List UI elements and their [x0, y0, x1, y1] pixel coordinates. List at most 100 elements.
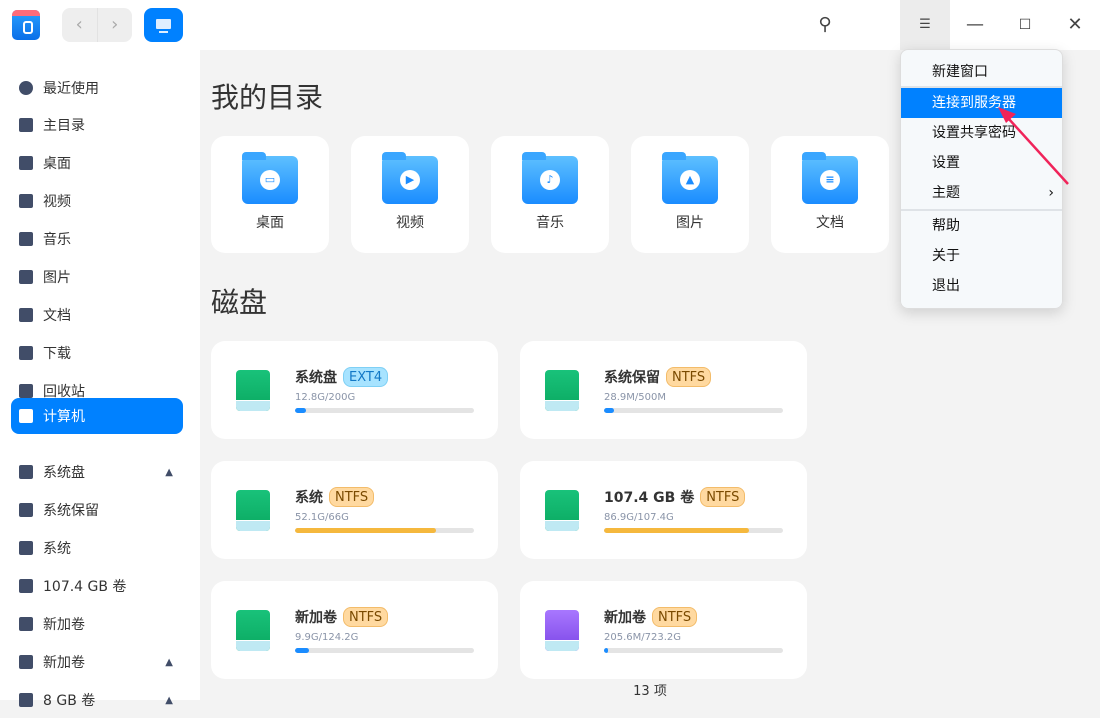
disk-icon: [19, 541, 33, 555]
sidebar-item[interactable]: 107.4 GB 卷: [11, 568, 183, 604]
trash-icon: [19, 384, 33, 398]
disk-name: 系统: [295, 490, 323, 506]
computer-view-button[interactable]: [144, 8, 183, 42]
sidebar-item-label: 系统盘: [43, 465, 85, 481]
sidebar-item[interactable]: 音乐: [11, 221, 183, 257]
sidebar-item-label: 系统保留: [43, 503, 99, 519]
sidebar-item[interactable]: 下载: [11, 335, 183, 371]
video-icon: [19, 194, 33, 208]
sidebar-item-label: 新加卷: [43, 655, 85, 671]
eject-icon[interactable]: ▲: [165, 695, 173, 706]
disk-name: 系统盘: [295, 370, 337, 386]
disk-usage-text: 205.6M/723.2G: [604, 632, 682, 643]
menu-separator: [901, 209, 1062, 211]
disk-usage-fill: [604, 408, 615, 413]
filesystem-badge: NTFS: [700, 487, 746, 507]
sidebar-item[interactable]: 最近使用: [11, 70, 183, 106]
main-menu-button[interactable]: ☰: [900, 0, 950, 50]
hard-disk-icon: [545, 490, 579, 531]
sidebar-item[interactable]: 文档: [11, 297, 183, 333]
disk-icon: [19, 617, 33, 631]
disk-card[interactable]: 系统 NTFS 52.1G/66G: [211, 461, 498, 559]
sidebar-item[interactable]: 8 GB 卷 ▲: [11, 682, 183, 718]
hard-disk-icon: [236, 370, 270, 411]
menu-item[interactable]: 连接到服务器: [901, 88, 1062, 118]
folder-label: 音乐: [536, 215, 564, 231]
maximize-button[interactable]: ☐: [1000, 0, 1050, 50]
filesystem-badge: NTFS: [666, 367, 712, 387]
menu-item[interactable]: 新建窗口: [901, 57, 1062, 87]
disk-card[interactable]: 新加卷 NTFS 205.6M/723.2G: [520, 581, 807, 679]
menu-item[interactable]: 主题 ›: [901, 178, 1062, 208]
folder-label: 视频: [396, 215, 424, 231]
close-button[interactable]: ✕: [1050, 0, 1100, 50]
submenu-chevron-icon: ›: [1048, 185, 1054, 201]
sidebar-item[interactable]: 系统保留: [11, 492, 183, 528]
menu-separator: [901, 86, 1062, 88]
disk-usage-bar: [295, 648, 474, 653]
menu-item[interactable]: 帮助: [901, 211, 1062, 241]
sidebar-item-label: 图片: [43, 270, 71, 286]
disk-card[interactable]: 系统盘 EXT4 12.8G/200G: [211, 341, 498, 439]
sidebar-item[interactable]: 图片: [11, 259, 183, 295]
menu-item[interactable]: 退出: [901, 271, 1062, 301]
usb-drive-icon: [545, 610, 579, 651]
disk-usage-bar: [604, 408, 783, 413]
menu-item[interactable]: 设置共享密码: [901, 118, 1062, 148]
disk-name: 系统保留: [604, 370, 660, 386]
disk-icon: [19, 503, 33, 517]
disk-card[interactable]: 系统保留 NTFS 28.9M/500M: [520, 341, 807, 439]
folder-card[interactable]: ≡ 文档: [771, 136, 889, 253]
title-bar: ‹ › ⚲ ☰ — ☐ ✕: [0, 0, 1100, 50]
menu-item[interactable]: 关于: [901, 241, 1062, 271]
folder-glyph: ≡: [820, 170, 840, 190]
folder-icon: ▶: [382, 152, 438, 204]
sidebar: 最近使用 主目录 桌面 视频 音乐 图片 文档 下载 回收站 计算机 系统盘 ▲ 系统保留 系统 107.4…: [0, 50, 200, 709]
disk-card[interactable]: 107.4 GB 卷 NTFS 86.9G/107.4G: [520, 461, 807, 559]
folder-icon: ♪: [522, 152, 578, 204]
disk-usage-text: 9.9G/124.2G: [295, 632, 359, 643]
minimize-button[interactable]: —: [950, 0, 1000, 50]
disk-icon: [19, 579, 33, 593]
sidebar-item[interactable]: 新加卷 ▲: [11, 644, 183, 680]
menu-item-label: 设置共享密码: [932, 125, 1016, 141]
folder-label: 文档: [816, 215, 844, 231]
menu-item-label: 帮助: [932, 218, 960, 234]
folder-label: 图片: [676, 215, 704, 231]
sidebar-item[interactable]: 视频: [11, 183, 183, 219]
sidebar-item-label: 8 GB 卷: [43, 693, 96, 709]
sidebar-item[interactable]: 桌面: [11, 145, 183, 181]
back-button[interactable]: ‹: [62, 8, 97, 42]
sidebar-item[interactable]: 系统盘 ▲: [11, 454, 183, 490]
sidebar-item[interactable]: 计算机: [11, 398, 183, 434]
folder-label: 桌面: [256, 215, 284, 231]
usb-icon: [19, 693, 33, 707]
folder-card[interactable]: ▲ 图片: [631, 136, 749, 253]
sidebar-item[interactable]: 系统: [11, 530, 183, 566]
eject-icon[interactable]: ▲: [165, 657, 173, 668]
folder-card[interactable]: ▭ 桌面: [211, 136, 329, 253]
my-directories-heading: 我的目录: [211, 81, 324, 114]
folder-card[interactable]: ♪ 音乐: [491, 136, 609, 253]
menu-item[interactable]: 设置: [901, 148, 1062, 178]
filesystem-badge: NTFS: [652, 607, 698, 627]
menu-item-label: 连接到服务器: [932, 95, 1016, 111]
eject-icon[interactable]: ▲: [165, 467, 173, 478]
sidebar-item-label: 107.4 GB 卷: [43, 579, 127, 595]
folder-card[interactable]: ▶ 视频: [351, 136, 469, 253]
search-button[interactable]: ⚲: [800, 0, 850, 50]
disk-usage-fill: [295, 408, 307, 413]
disk-card[interactable]: 新加卷 NTFS 9.9G/124.2G: [211, 581, 498, 679]
clock-icon: [19, 81, 33, 95]
folder-glyph: ♪: [540, 170, 560, 190]
navigation-buttons: ‹ ›: [62, 8, 132, 42]
sidebar-item[interactable]: 新加卷: [11, 606, 183, 642]
forward-button[interactable]: ›: [96, 8, 133, 42]
sidebar-item[interactable]: 主目录: [11, 107, 183, 143]
disk-usage-text: 52.1G/66G: [295, 512, 349, 523]
item-count: 13 项: [633, 684, 667, 699]
computer-icon: [19, 409, 33, 423]
hard-disk-icon: [236, 610, 270, 651]
disk-usage-fill: [604, 648, 608, 653]
folder-glyph: ▶: [400, 170, 420, 190]
